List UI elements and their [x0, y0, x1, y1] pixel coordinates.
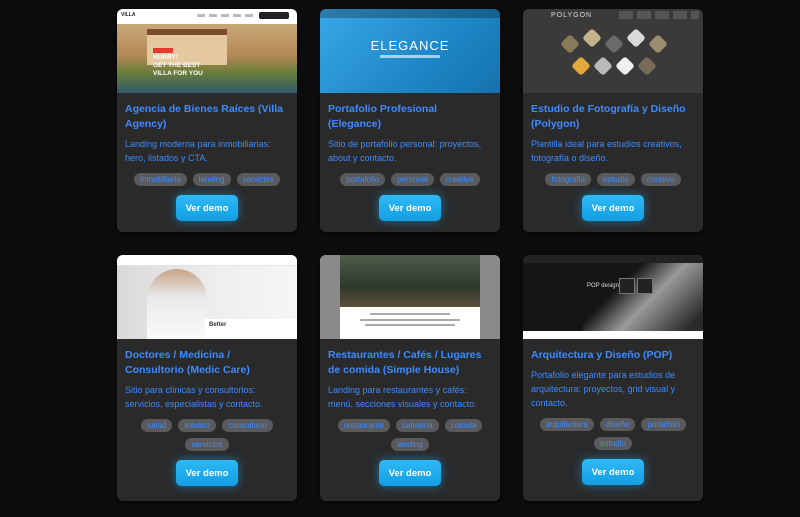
tag: servicios: [185, 438, 229, 451]
card-thumbnail: ELEGANCE: [320, 9, 500, 93]
thumb-icon-tile: [619, 278, 635, 294]
card-description: Portafolio elegante para estudios de arq…: [531, 370, 676, 408]
thumb-text-line: [370, 313, 450, 315]
card-title: Estudio de Fotografía y Diseño (Polygon): [531, 103, 686, 130]
card-description: Sitio de portafolio personal: proyectos,…: [328, 139, 482, 163]
tag: landing: [192, 173, 231, 186]
thumb-hero-text: HURRY! GET THE BEST VILLA FOR YOU: [153, 54, 203, 77]
thumb-side-panel: [320, 255, 340, 339]
thumb-photo-tile: [571, 56, 591, 76]
tag: comida: [444, 419, 483, 432]
card-tags: portafolio personal creativo: [328, 173, 492, 192]
ver-demo-button[interactable]: Ver demo: [582, 459, 644, 485]
card-tags: arquitectura diseño portafolio estudio: [531, 418, 695, 456]
card-title: Doctores / Medicina / Consultorio (Medic…: [125, 349, 250, 376]
tag: estudio: [596, 173, 635, 186]
tag: landing: [391, 438, 429, 451]
tag: fotografia: [545, 173, 591, 186]
tag: estudio: [594, 437, 632, 450]
thumb-hero-badge: [153, 48, 173, 53]
thumb-text-line: [365, 324, 455, 326]
card-description: Plantilla ideal para estudios creativos,…: [531, 139, 682, 163]
thumb-photo-tile: [615, 56, 635, 76]
thumb-photo-tile: [593, 56, 613, 76]
card-thumbnail: POLYGON: [523, 9, 703, 93]
ver-demo-button[interactable]: Ver demo: [176, 460, 238, 486]
tag: creativo: [640, 173, 681, 186]
tag: arquitectura: [539, 418, 594, 431]
thumb-nav-links: [197, 14, 257, 17]
thumb-doctor-photo: [147, 269, 207, 339]
thumb-logo: POLYGON: [551, 12, 593, 19]
thumb-box-text: Better: [209, 322, 227, 328]
ver-demo-button[interactable]: Ver demo: [379, 460, 441, 486]
ver-demo-button[interactable]: Ver demo: [582, 195, 644, 221]
thumb-navbar: [523, 255, 703, 263]
thumb-photo-tile: [637, 56, 657, 76]
card-title: Portafolio Profesional (Elegance): [328, 103, 438, 130]
card-tags: inmobiliaria landing servicios: [125, 173, 289, 192]
thumb-photo-tile: [582, 28, 602, 48]
tag: medico: [178, 419, 217, 432]
thumb-photo-tile: [648, 34, 668, 54]
thumb-page-content: [340, 307, 480, 339]
thumb-hero-text: POP design: [587, 283, 619, 289]
template-card-elegance: ELEGANCE Portafolio Profesional (Eleganc…: [320, 9, 500, 232]
tag: diseño: [599, 418, 636, 431]
thumb-text-line: [360, 319, 460, 321]
tag: creativo: [439, 173, 480, 186]
template-card-pop: POP design Arquitectura y Diseño (POP) P…: [523, 255, 703, 501]
card-title: Agencia de Bienes Raíces (Villa Agency): [125, 103, 283, 130]
tag: inmobiliaria: [134, 173, 187, 186]
card-thumbnail: Better: [117, 255, 297, 339]
tag: servicios: [236, 173, 280, 186]
card-title: Arquitectura y Diseño (POP): [531, 349, 673, 361]
card-tags: salud medico consultorio servicios: [125, 419, 289, 457]
card-description: Landing moderna para inmobiliarias: hero…: [125, 139, 271, 163]
thumb-photo-tile: [626, 28, 646, 48]
tag: consultorio: [222, 419, 273, 432]
thumb-logo: VILLA: [121, 12, 136, 18]
card-tags: fotografia estudio creativo: [531, 173, 695, 192]
ver-demo-button[interactable]: Ver demo: [379, 195, 441, 221]
thumb-icon-tile: [637, 278, 653, 294]
card-title: Restaurantes / Cafés / Lugares de comida…: [328, 349, 482, 376]
thumb-hero-image: [583, 255, 703, 339]
template-card-polygon: POLYGON Estudio de Fotografía y Diseño (…: [523, 9, 703, 232]
thumb-side-panel: [480, 255, 500, 339]
tag: portafolio: [340, 173, 386, 186]
card-description: Sitio para clínicas y consultorios: serv…: [125, 385, 263, 409]
thumb-photo-tile: [604, 34, 624, 54]
card-description: Landing para restaurantes y cafés: menú,…: [328, 385, 477, 409]
thumb-navbar: [117, 255, 297, 266]
tag: portafolio: [641, 418, 687, 431]
thumb-nav-links: [619, 11, 699, 19]
template-card-villa-agency: VILLA HURRY! GET THE BEST VILLA FOR YOU …: [117, 9, 297, 232]
card-thumbnail: [320, 255, 500, 339]
thumb-navbar: [320, 9, 500, 18]
card-thumbnail: POP design: [523, 255, 703, 339]
thumb-photo-tile: [560, 34, 580, 54]
thumb-subtitle-line: [380, 55, 440, 58]
tag: salud: [141, 419, 173, 432]
tag: cafeteria: [395, 419, 439, 432]
tag: restaurante: [337, 419, 390, 432]
card-thumbnail: VILLA HURRY! GET THE BEST VILLA FOR YOU: [117, 9, 297, 93]
thumb-cta: [259, 12, 289, 19]
thumb-hero-image: [340, 255, 480, 307]
thumb-footer: [523, 331, 703, 339]
template-card-medic-care: Better Doctores / Medicina / Consultorio…: [117, 255, 297, 501]
card-tags: restaurante cafeteria comida landing: [328, 419, 492, 457]
thumb-hero-text: ELEGANCE: [370, 38, 450, 53]
template-grid: VILLA HURRY! GET THE BEST VILLA FOR YOU …: [0, 0, 800, 517]
template-card-simple-house: Restaurantes / Cafés / Lugares de comida…: [320, 255, 500, 501]
tag: personal: [391, 173, 434, 186]
ver-demo-button[interactable]: Ver demo: [176, 195, 238, 221]
